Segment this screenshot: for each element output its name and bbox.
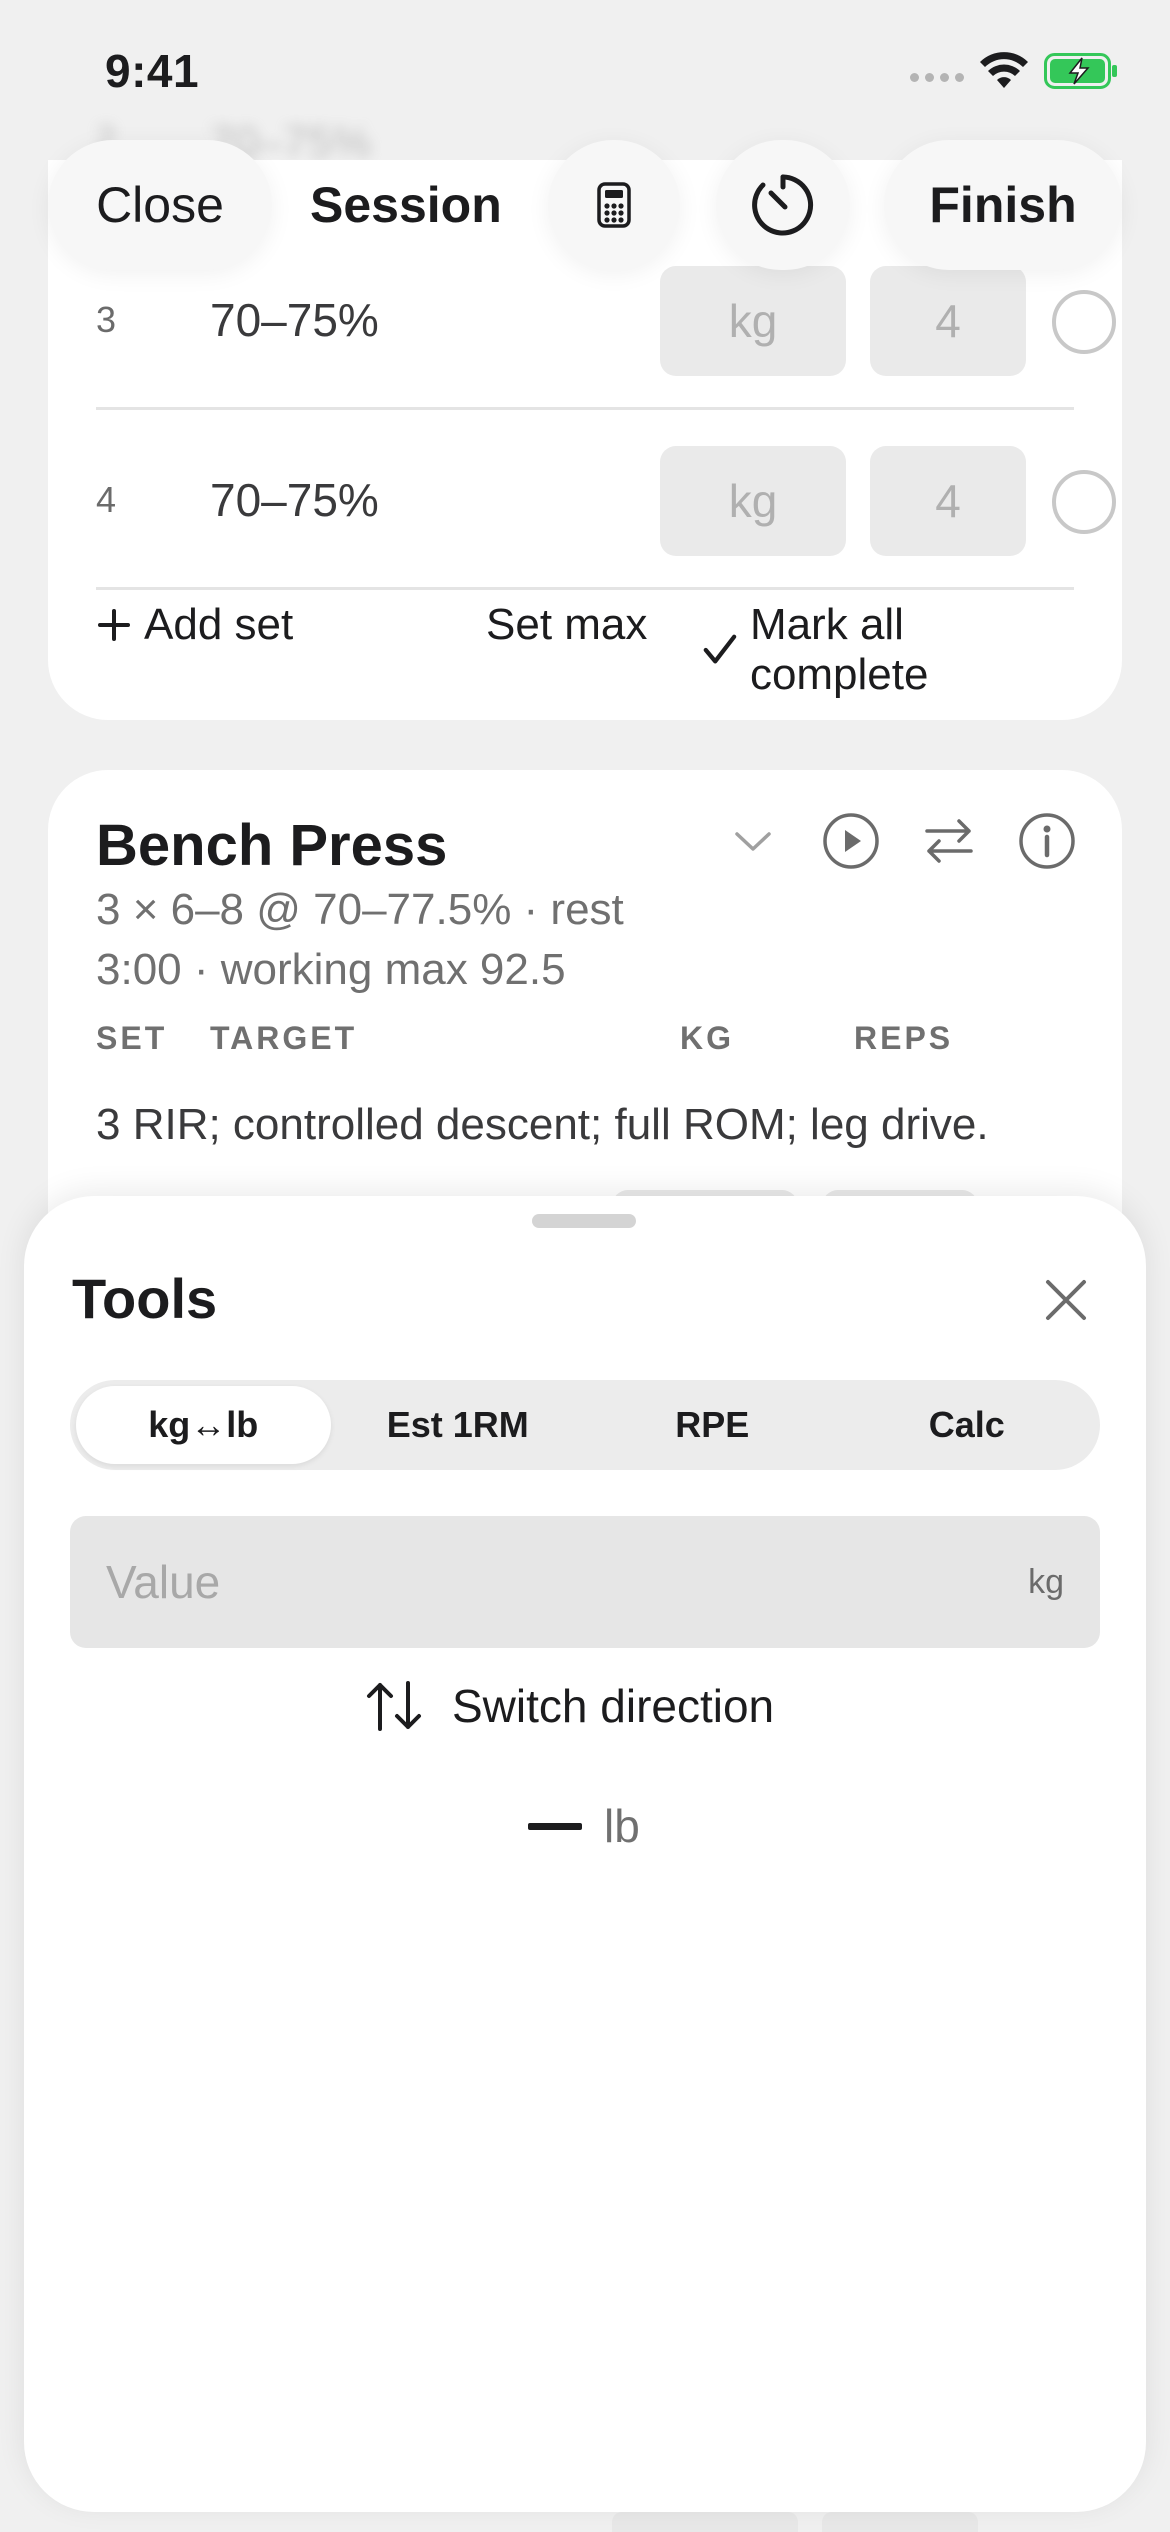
close-button[interactable]: Close: [48, 140, 272, 270]
exercise-prescription: 3 × 6–8 @ 70–77.5% · rest 3:00 · working…: [96, 880, 736, 1000]
set-actions: Add set Set max Mark all complete: [96, 600, 1076, 699]
cellular-signal-icon: [910, 60, 964, 82]
checkmark-icon: [703, 634, 737, 664]
tab-kg-lb[interactable]: kg↔lb: [76, 1386, 331, 1464]
column-header-reps: REPS: [854, 1020, 954, 1056]
set-complete-checkbox[interactable]: [1052, 470, 1116, 534]
set-number: 4: [96, 479, 117, 520]
reps-input-peek: [822, 2512, 978, 2532]
exercise-note: 3 RIR; controlled descent; full ROM; leg…: [96, 1100, 989, 1149]
wifi-icon: [980, 52, 1028, 88]
tools-segmented-control: kg↔lb Est 1RM RPE Calc: [70, 1380, 1100, 1470]
session-top-bar: Close Session Finish: [0, 140, 1170, 275]
conversion-result: lb: [528, 1786, 640, 1866]
set-reps-input[interactable]: 4: [870, 266, 1026, 376]
play-circle-icon: [823, 813, 879, 869]
chevron-down-icon: [735, 832, 771, 851]
timer-icon: [752, 174, 814, 236]
set-kg-input[interactable]: kg: [660, 446, 846, 556]
finish-button[interactable]: Finish: [884, 140, 1122, 270]
info-icon: [1019, 813, 1075, 869]
sheet-title: Tools: [72, 1267, 218, 1330]
column-header-set: SET: [96, 1020, 168, 1056]
session-title: Session: [310, 177, 502, 233]
column-header-kg: KG: [680, 1020, 734, 1056]
calculator-icon: [597, 182, 631, 228]
exercise-title: Bench Press: [96, 813, 448, 878]
swap-vertical-icon: [367, 1681, 421, 1731]
switch-direction-button[interactable]: Switch direction: [364, 1666, 774, 1746]
status-time: 9:41: [105, 45, 200, 97]
exercise-info-button[interactable]: [1016, 810, 1078, 872]
battery-charging-icon: [1044, 53, 1117, 89]
tools-sheet: Tools kg↔lb Est 1RM RPE Calc kg Switch d…: [24, 1196, 1146, 2512]
prescription-line-1: 3 × 6–8 @ 70–77.5% · rest: [96, 885, 624, 934]
column-header-target: TARGET: [210, 1020, 358, 1056]
mark-all-complete-button[interactable]: Mark all complete: [702, 600, 1076, 700]
add-set-label: Add set: [144, 600, 294, 649]
tab-rpe[interactable]: RPE: [585, 1386, 840, 1464]
close-icon: [1046, 1280, 1086, 1320]
set-max-button[interactable]: Set max: [486, 600, 647, 650]
status-bar: 9:41: [0, 0, 1170, 140]
tab-est-1rm[interactable]: Est 1RM: [331, 1386, 586, 1464]
result-unit: lb: [604, 1800, 640, 1852]
tab-calc[interactable]: Calc: [840, 1386, 1095, 1464]
set-kg-input[interactable]: kg: [660, 266, 846, 376]
swap-arrows-icon: [925, 819, 973, 863]
prescription-line-2: 3:00 · working max 92.5: [96, 945, 566, 994]
sheet-grabber[interactable]: [532, 1214, 636, 1228]
value-input[interactable]: [106, 1555, 906, 1609]
empty-result-dash: [528, 1822, 582, 1830]
switch-direction-label: Switch direction: [452, 1680, 775, 1732]
exercise-card-bench-press: Bench Press 3 × 6–8 @ 70–77.5% · rest 3:…: [48, 770, 1122, 1270]
rest-timer-button[interactable]: [716, 140, 850, 270]
set-complete-checkbox[interactable]: [1052, 290, 1116, 354]
status-icons: [910, 52, 1118, 90]
exercise-toolbar: [722, 810, 1078, 872]
collapse-button[interactable]: [722, 810, 784, 872]
set-column-headers: SET TARGET KG REPS: [96, 1020, 1076, 1070]
set-max-label: Set max: [486, 600, 648, 649]
set-reps-input[interactable]: 4: [870, 446, 1026, 556]
set-target: 70–75%: [210, 474, 379, 526]
swap-exercise-button[interactable]: [918, 810, 980, 872]
calculator-button[interactable]: [548, 140, 680, 270]
plus-icon: [98, 609, 130, 641]
value-unit: kg: [1028, 1562, 1064, 1601]
add-set-button[interactable]: Add set: [96, 600, 293, 650]
set-row: 4 70–75% kg 4: [96, 410, 1116, 590]
play-video-button[interactable]: [820, 810, 882, 872]
kg-input-peek: [612, 2512, 798, 2532]
close-sheet-button[interactable]: [1034, 1268, 1098, 1332]
value-field: kg: [70, 1516, 1100, 1648]
mark-all-complete-label: Mark all complete: [749, 600, 929, 699]
